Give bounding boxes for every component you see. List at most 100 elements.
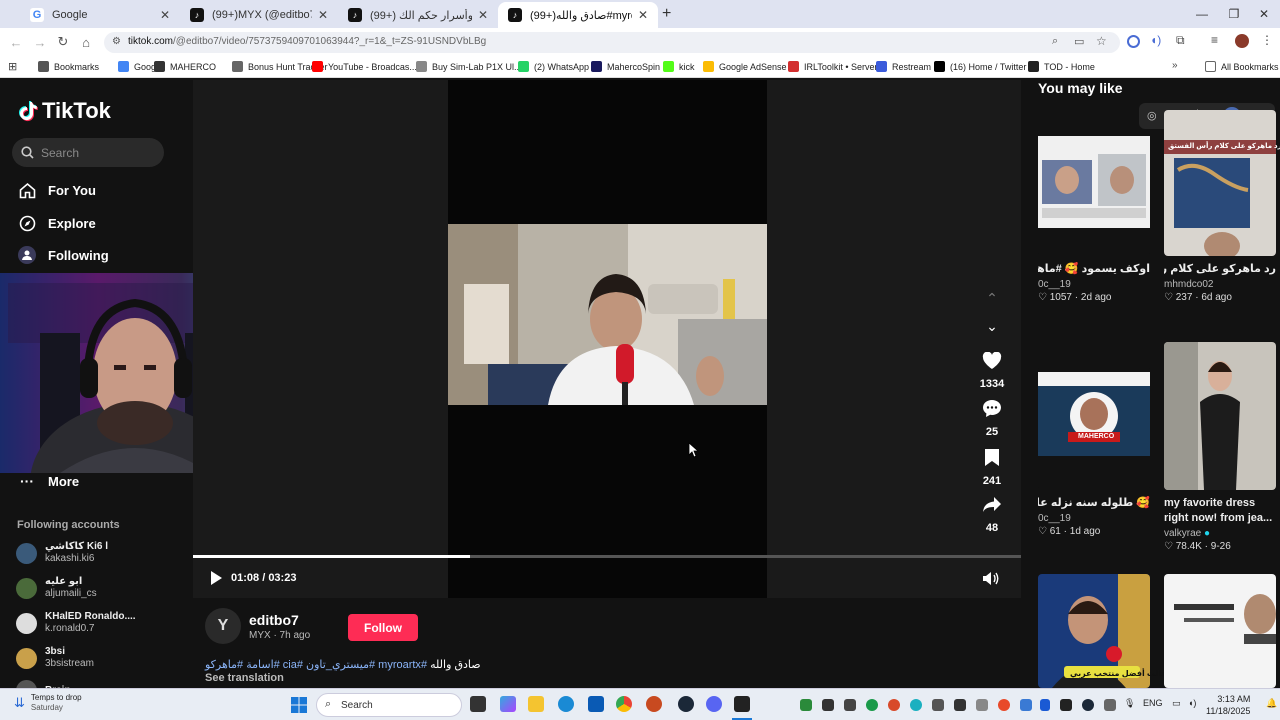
bluetooth-icon[interactable] [1040,699,1050,711]
copilot-icon[interactable] [500,696,516,712]
author-avatar[interactable]: Y [205,608,241,644]
tray-app-icon[interactable] [976,699,988,711]
new-tab-button[interactable]: + [662,5,671,23]
like-button[interactable]: 1334 [970,351,1014,390]
tray-app-icon[interactable] [866,699,878,711]
bookmark-item[interactable]: MahercoSpin [591,61,660,72]
following-account-item[interactable]: 3bsi 3bsistream [16,646,94,670]
tray-app-icon[interactable] [954,699,966,711]
steam-icon[interactable] [678,696,694,712]
weather-widget[interactable]: ⇊ Temps to drop Saturday [14,693,82,713]
tray-app-icon[interactable] [1020,699,1032,711]
caption-hashtags[interactable]: #myroartx #ميستري_تاون #cia #اسامة #ماهر… [205,659,427,671]
windows-start-icon[interactable] [291,697,307,713]
follow-button[interactable]: Follow [348,614,418,641]
edge-icon[interactable] [558,696,574,712]
bookmark-item[interactable]: YouTube - Broadcas... [312,61,417,72]
taskbar-search[interactable]: ⌕ Search [316,693,462,717]
tab-search-icon[interactable]: ≡ [1211,33,1218,47]
tiktok-logo[interactable]: TikTok [16,98,111,124]
network-icon[interactable]: ▭ [1172,698,1181,709]
tray-app-icon[interactable] [910,699,922,711]
nav-more[interactable]: ··· More [18,472,79,490]
volume-icon[interactable] [982,571,1000,586]
bookmark-item[interactable]: TOD - Home [1028,61,1095,72]
next-video-icon[interactable]: ⌄ [970,318,1014,335]
recommendation-card[interactable]: رد ماهركو على كلام رأس الفستق part.3 رد … [1164,110,1280,303]
speaker-icon[interactable]: ◖) [1188,698,1196,708]
zoom-icon[interactable]: ⌕ [1052,35,1058,48]
see-translation-link[interactable]: See translation [205,672,284,684]
tray-app-icon[interactable] [932,699,944,711]
tray-app-icon[interactable] [844,699,856,711]
apps-grid-icon[interactable]: ⊞ [8,60,17,73]
bookmark-item[interactable]: Google AdSense [703,61,787,72]
tray-app-icon[interactable] [998,699,1010,711]
video-progress-bar[interactable] [193,555,1021,558]
nav-following[interactable]: Following [18,246,109,264]
store-icon[interactable] [588,696,604,712]
profile-avatar[interactable] [1235,34,1249,48]
following-account-item[interactable]: Brain [16,680,71,688]
obs-icon[interactable] [734,696,750,712]
following-account-item[interactable]: كاكاشي Ki6 l kakashi.ki6 [16,541,108,565]
extensions-icon[interactable]: ⧉ [1176,33,1185,48]
nav-explore[interactable]: Explore [18,214,96,232]
play-icon[interactable] [209,570,223,586]
close-tab-icon[interactable]: ✕ [638,8,648,22]
chrome-icon[interactable] [616,696,632,712]
recommendation-card[interactable]: ثالث أفضل منتخب عربي [1038,574,1164,688]
system-clock[interactable]: 3:13 AM 11/18/2025 [1206,693,1250,717]
audio-extension-icon[interactable]: ◖) [1150,33,1161,47]
reload-icon[interactable]: ↻ [55,34,71,50]
tray-app-icon[interactable] [822,699,834,711]
address-bar[interactable]: ⚙ tiktok.com/@editbo7/video/757375940970… [104,32,1120,53]
extension-icon[interactable] [1127,35,1140,48]
video-player[interactable] [193,80,1021,598]
tray-app-icon[interactable] [888,699,900,711]
bookmark-item[interactable]: Bookmarks [38,61,99,72]
notifications-icon[interactable]: 🔔 [1266,698,1277,709]
close-tab-icon[interactable]: ✕ [318,8,328,22]
following-account-item[interactable]: ابو عليه aljumaili_cs [16,576,97,600]
home-icon[interactable]: ⌂ [78,34,94,50]
nav-for-you[interactable]: For You [18,181,96,199]
compass-icon[interactable]: ◎ [1147,109,1157,122]
bookmark-item[interactable]: MAHERCO [154,61,216,72]
recommendation-card[interactable]: اوكف يسمود 🥰 #ماهركو 💗 #maherco... 0c__1… [1038,132,1150,303]
tab-tiktok-video-2[interactable]: ♪ (99+) عيسي ضلم وأسرار حكم الك ✕ [338,2,498,28]
following-account-item[interactable]: KHalED Ronaldo.... k.ronald0.7 [16,611,136,635]
bookmark-item[interactable]: IRLToolkit • Server [788,61,878,72]
back-icon[interactable]: ← [8,34,24,50]
all-bookmarks-folder[interactable]: All Bookmarks [1205,61,1279,72]
site-info-icon[interactable]: ⚙ [112,36,121,47]
cast-icon[interactable]: ▭ [1074,35,1084,48]
steam-tray-icon[interactable] [1082,699,1094,711]
bookmark-item[interactable]: (16) Home / Twitter [934,61,1026,72]
tab-tiktok-profile[interactable]: ♪ (99+)MYX (@editbo7) | TikTok ✕ [180,2,338,28]
recommendation-card[interactable]: MAHERCO 🥰 طلوله سنه نزله عليتين #ماهركو … [1038,366,1150,537]
bookmark-item[interactable]: kick [663,61,695,72]
author-name[interactable]: editbo7 [249,612,299,628]
search-input[interactable]: Search [12,138,164,167]
close-tab-icon[interactable]: ✕ [160,8,170,22]
forward-icon[interactable]: → [32,34,48,50]
language-indicator[interactable]: ENG [1143,698,1163,708]
bookmark-item[interactable]: (2) WhatsApp [518,61,589,72]
firefox-icon[interactable] [646,696,662,712]
tray-app-icon[interactable] [1060,699,1072,711]
file-explorer-icon[interactable] [528,696,544,712]
comment-button[interactable]: 25 [970,399,1014,438]
discord-icon[interactable] [706,696,722,712]
tab-google[interactable]: G Google ✕ [20,2,180,28]
menu-icon[interactable]: ⋮ [1261,33,1273,47]
recommendation-card[interactable]: my favorite dress right now! from jea...… [1164,342,1276,552]
more-bookmarks-icon[interactable]: » [1172,60,1178,71]
close-window-icon[interactable]: ✕ [1242,0,1280,28]
bookmark-item[interactable]: Buy Sim-Lab P1X Ul... [416,61,522,72]
task-view-icon[interactable] [470,696,486,712]
bookmark-item[interactable]: Restream [876,61,931,72]
share-button[interactable]: 48 [970,496,1014,534]
save-button[interactable]: 241 [970,448,1014,487]
recommendation-card[interactable] [1164,574,1276,688]
